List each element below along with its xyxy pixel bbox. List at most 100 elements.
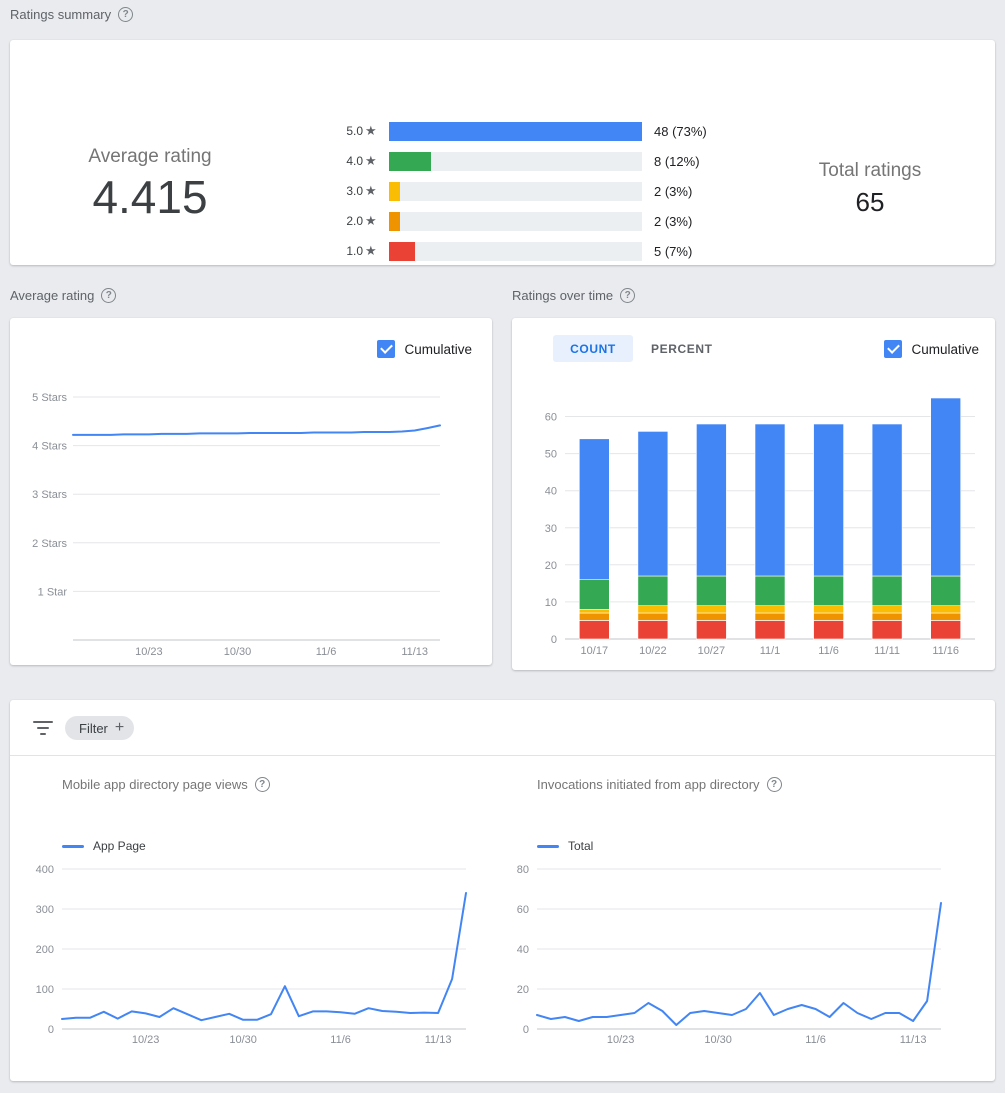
svg-text:4 Stars: 4 Stars: [32, 441, 67, 453]
legend-line-icon: [537, 845, 559, 848]
svg-text:10/30: 10/30: [229, 1034, 257, 1046]
cumulative-toggle[interactable]: Cumulative: [884, 340, 979, 358]
ratings-over-time-title: Ratings over time: [512, 288, 613, 303]
help-icon[interactable]: ?: [118, 7, 133, 22]
svg-text:11/16: 11/16: [932, 645, 959, 657]
total-ratings-label: Total ratings: [770, 160, 970, 182]
average-rating-label: Average rating: [40, 146, 260, 168]
svg-text:11/6: 11/6: [330, 1034, 351, 1046]
svg-text:10/30: 10/30: [224, 646, 252, 658]
rating-distribution: 5.0★48 (73%)4.0★8 (12%)3.0★2 (3%)2.0★2 (…: [335, 116, 707, 266]
help-icon[interactable]: ?: [101, 288, 116, 303]
legend-line-icon: [62, 845, 84, 848]
star-icon: ★: [365, 213, 379, 229]
invocations-title-row: Invocations initiated from app directory…: [537, 777, 975, 792]
rating-bar-fill: [389, 242, 415, 261]
page-views-chart: 010020030040010/2310/3011/611/13: [30, 854, 500, 1054]
svg-text:200: 200: [36, 944, 54, 956]
average-rating-section-label: Average rating ?: [10, 288, 116, 303]
rating-bar-row: 5.0★48 (73%): [335, 116, 707, 146]
rating-bar-row: 3.0★ 2 (3%): [335, 176, 707, 206]
rating-bar-value: 2 (3%): [654, 214, 692, 229]
page-views-title: Mobile app directory page views: [62, 777, 248, 792]
tab-count[interactable]: COUNT: [553, 335, 633, 362]
total-ratings-value: 65: [770, 187, 970, 218]
rating-bar-label: 5.0: [335, 124, 363, 138]
svg-text:10/30: 10/30: [704, 1034, 732, 1046]
svg-text:11/6: 11/6: [805, 1034, 826, 1046]
svg-text:60: 60: [545, 412, 557, 424]
invocations-legend: Total: [537, 838, 975, 854]
rating-bar-label: 1.0: [335, 244, 363, 258]
rating-bar-track: [389, 182, 642, 201]
rating-bar-row: 1.0★ 5 (7%): [335, 236, 707, 266]
star-icon: ★: [365, 243, 379, 259]
help-icon[interactable]: ?: [767, 777, 782, 792]
ratings-summary-card: Average rating 4.415 5.0★48 (73%)4.0★8 (…: [10, 40, 995, 265]
invocations-chart-holder: 02040608010/2310/3011/611/13: [505, 854, 975, 1054]
directory-metrics-card: Filter + Mobile app directory page views…: [10, 700, 995, 1081]
rating-bar-row: 4.0★ 8 (12%): [335, 146, 707, 176]
rating-bar-value: 5 (7%): [654, 244, 692, 259]
svg-text:5 Stars: 5 Stars: [32, 392, 67, 404]
svg-text:10/23: 10/23: [135, 646, 163, 658]
checkbox-checked-icon[interactable]: [884, 340, 902, 358]
svg-text:20: 20: [545, 560, 557, 572]
rating-bar-track: [389, 212, 642, 231]
svg-text:11/6: 11/6: [316, 646, 337, 658]
help-icon[interactable]: ?: [255, 777, 270, 792]
rating-bar-value: 8 (12%): [654, 154, 700, 169]
star-icon: ★: [365, 123, 379, 139]
svg-text:11/13: 11/13: [900, 1034, 927, 1046]
count-percent-tabs: COUNT PERCENT: [553, 335, 727, 362]
rating-bar-track: [389, 242, 642, 261]
rating-bar-label: 2.0: [335, 214, 363, 228]
average-rating-chart: 5 Stars4 Stars3 Stars2 Stars1 Star10/231…: [10, 318, 492, 665]
star-icon: ★: [365, 153, 379, 169]
svg-text:60: 60: [517, 904, 529, 916]
rating-bar-fill: [389, 122, 642, 141]
invocations-title: Invocations initiated from app directory: [537, 777, 760, 792]
star-icon: ★: [365, 183, 379, 199]
svg-text:10: 10: [545, 597, 557, 609]
rating-bar-value: 2 (3%): [654, 184, 692, 199]
svg-text:80: 80: [517, 864, 529, 876]
rating-bar-label: 3.0: [335, 184, 363, 198]
ratings-summary-section-label: Ratings summary ?: [10, 7, 133, 22]
rating-bar-row: 2.0★ 2 (3%): [335, 206, 707, 236]
svg-text:300: 300: [36, 904, 54, 916]
svg-text:0: 0: [48, 1024, 54, 1036]
ratings-dashboard: Ratings summary ? Average rating 4.415 5…: [0, 0, 1005, 1093]
help-icon[interactable]: ?: [620, 288, 635, 303]
invocations-legend-label: Total: [568, 839, 593, 853]
svg-text:100: 100: [36, 984, 54, 996]
cumulative-label: Cumulative: [911, 342, 979, 357]
svg-text:11/13: 11/13: [401, 646, 428, 658]
ratings-summary-title: Ratings summary: [10, 7, 111, 22]
filter-chip-label: Filter: [79, 721, 108, 736]
average-rating-card: 5 Stars4 Stars3 Stars2 Stars1 Star10/231…: [10, 318, 492, 665]
rating-bar-fill: [389, 152, 431, 171]
tab-percent[interactable]: PERCENT: [637, 335, 727, 362]
ratings-over-time-section-label: Ratings over time ?: [512, 288, 635, 303]
invocations-column: Invocations initiated from app directory…: [505, 755, 975, 1054]
svg-text:11/11: 11/11: [874, 645, 900, 657]
average-rating-section-title: Average rating: [10, 288, 94, 303]
rating-bar-track: [389, 122, 642, 141]
svg-text:0: 0: [523, 1024, 529, 1036]
svg-text:11/1: 11/1: [760, 645, 781, 657]
svg-text:11/6: 11/6: [818, 645, 839, 657]
svg-text:10/22: 10/22: [639, 645, 667, 657]
rating-bar-label: 4.0: [335, 154, 363, 168]
checkbox-checked-icon[interactable]: [377, 340, 395, 358]
svg-text:2 Stars: 2 Stars: [32, 538, 67, 550]
filter-chip[interactable]: Filter +: [65, 716, 134, 740]
ratings-over-time-card: 010203040506010/1710/2210/2711/111/611/1…: [512, 318, 995, 670]
page-views-chart-holder: 010020030040010/2310/3011/611/13: [30, 854, 500, 1054]
svg-text:10/27: 10/27: [698, 645, 726, 657]
ratings-over-time-chart: 010203040506010/1710/2210/2711/111/611/1…: [512, 318, 995, 670]
page-views-title-row: Mobile app directory page views ?: [62, 777, 500, 792]
cumulative-toggle[interactable]: Cumulative: [377, 340, 472, 358]
page-views-legend-label: App Page: [93, 839, 146, 853]
filter-list-icon[interactable]: [32, 720, 54, 736]
